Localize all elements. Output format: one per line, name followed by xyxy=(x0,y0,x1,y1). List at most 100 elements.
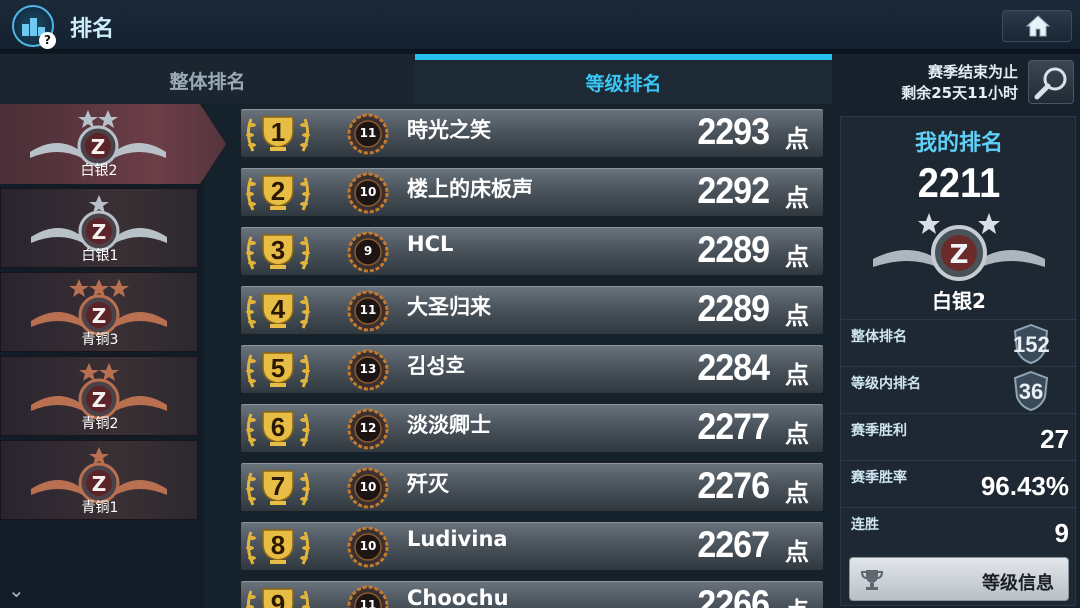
stat-row: 赛季胜利 27 xyxy=(841,413,1077,461)
points-unit: 点 xyxy=(785,184,809,212)
stat-row: 连胜 9 xyxy=(841,507,1077,555)
silver-tier-emblem-icon: Z xyxy=(873,213,1045,281)
player-score: 2293 xyxy=(697,111,770,153)
player-score: 2289 xyxy=(697,288,770,330)
top-bar: ? 排名 xyxy=(0,0,1080,50)
bronze-tier-emblem-icon: Z xyxy=(31,363,167,420)
stat-label: 整体排名 xyxy=(851,329,907,345)
bronze-tier-emblem-icon: Z xyxy=(31,447,167,504)
rank-number: 9 xyxy=(270,589,286,608)
tier-label: 白银1 xyxy=(81,248,119,264)
my-rank-card: 我的排名 2211 Z 白银2 整体排名 152 等级内排名 36 赛季胜利 2… xyxy=(840,116,1077,606)
ranking-row[interactable]: 2 10 楼上的床板声 2292 点 xyxy=(240,167,824,217)
player-level: 9 xyxy=(363,244,373,258)
svg-text:Z: Z xyxy=(950,240,969,270)
points-unit: 点 xyxy=(785,302,809,330)
tier-item-3[interactable]: Z 青铜2 xyxy=(0,356,198,436)
silver-tier-emblem-icon: Z xyxy=(31,195,167,252)
rank-number: 8 xyxy=(270,530,286,560)
ranking-podium-icon[interactable]: ? xyxy=(12,5,56,49)
player-level: 10 xyxy=(359,480,377,494)
stat-value: 36 xyxy=(1018,379,1044,404)
tier-item-4[interactable]: Z 青铜1 xyxy=(0,440,198,520)
rank-number: 1 xyxy=(270,117,286,147)
page-title: 排名 xyxy=(70,17,115,42)
points-unit: 点 xyxy=(785,125,809,153)
points-unit: 点 xyxy=(785,479,809,507)
tier-item-2[interactable]: Z 青铜3 xyxy=(0,272,198,352)
ranking-row[interactable]: 6 12 淡淡卿士 2277 点 xyxy=(240,403,824,453)
trophy-icon xyxy=(860,570,884,590)
svg-text:Z: Z xyxy=(92,388,107,412)
right-panel: 赛季结束为止 剩余25天11小时 我的排名 2211 Z 白银2 整体排名 15… xyxy=(832,54,1080,608)
stat-value: 9 xyxy=(1054,518,1069,548)
player-score: 2277 xyxy=(697,406,770,448)
tier-item-1[interactable]: Z 白银1 xyxy=(0,188,198,268)
ranking-row[interactable]: 4 11 大圣归来 2289 点 xyxy=(240,285,824,335)
player-level: 12 xyxy=(359,421,377,435)
ranking-row[interactable]: 7 10 歼灭 2276 点 xyxy=(240,462,824,512)
points-unit: 点 xyxy=(785,538,809,566)
points-unit: 点 xyxy=(785,420,809,448)
ranking-list[interactable]: 1 11 時光之笑 2293 点 2 10 楼上的床板声 2292 点 3 9 … xyxy=(204,104,832,608)
search-button[interactable] xyxy=(1028,60,1074,104)
player-level: 11 xyxy=(359,303,377,317)
chevron-down-icon[interactable]: ⌄ xyxy=(8,578,25,606)
stat-label: 赛季胜利 xyxy=(851,423,907,439)
tier-info-button[interactable]: 等级信息 xyxy=(849,557,1069,601)
player-level: 11 xyxy=(359,126,377,140)
player-level: 10 xyxy=(359,185,377,199)
player-level: 13 xyxy=(359,362,377,376)
player-level: 10 xyxy=(359,539,377,553)
ranking-row[interactable]: 9 11 Choochu 2266 点 xyxy=(240,580,824,608)
player-score: 2284 xyxy=(697,347,770,389)
svg-text:Z: Z xyxy=(92,220,107,244)
stat-label: 连胜 xyxy=(851,517,879,533)
tier-label: 青铜1 xyxy=(81,500,119,516)
home-button[interactable] xyxy=(1002,10,1072,42)
stat-row: 整体排名 152 xyxy=(841,319,1077,367)
ranking-row[interactable]: 1 11 時光之笑 2293 点 xyxy=(240,108,824,158)
points-unit: 点 xyxy=(785,243,809,271)
player-score: 2267 xyxy=(697,524,770,566)
tier-label: 青铜2 xyxy=(81,416,119,432)
player-score: 2292 xyxy=(697,170,770,212)
stat-value: 96.43% xyxy=(980,471,1069,501)
player-name: 김성호 xyxy=(407,354,465,378)
silver-tier-emblem-icon: Z xyxy=(30,110,166,167)
player-score: 2276 xyxy=(697,465,770,507)
ranking-row[interactable]: 8 10 Ludivina 2267 点 xyxy=(240,521,824,571)
season-remaining-time: 剩余25天11小时 xyxy=(901,84,1018,102)
tier-item-0[interactable]: Z 白银2 xyxy=(0,104,226,184)
rank-number: 6 xyxy=(270,412,286,442)
svg-text:Z: Z xyxy=(92,304,107,328)
ranking-row[interactable]: 5 13 김성호 2284 点 xyxy=(240,344,824,394)
bronze-tier-emblem-icon: Z xyxy=(31,279,167,336)
points-unit: 点 xyxy=(785,361,809,389)
season-end-label: 赛季结束为止 xyxy=(927,63,1018,81)
tier-label: 白银2 xyxy=(80,163,118,179)
rank-number: 2 xyxy=(270,176,286,206)
my-tier-label: 白银2 xyxy=(932,289,986,313)
tier-label: 青铜3 xyxy=(81,332,119,348)
rank-number: 5 xyxy=(270,353,286,383)
svg-text:Z: Z xyxy=(91,135,106,159)
tab-level-ranking[interactable]: 等级排名 xyxy=(415,54,832,104)
svg-text:Z: Z xyxy=(92,472,107,496)
season-remaining: 赛季结束为止 剩余25天11小时 xyxy=(832,62,1018,104)
stat-row: 赛季胜率 96.43% xyxy=(841,460,1077,508)
ranking-row[interactable]: 3 9 HCL 2289 点 xyxy=(240,226,824,276)
player-name: HCL xyxy=(407,232,454,256)
help-icon[interactable]: ? xyxy=(39,32,56,49)
points-unit: 点 xyxy=(785,591,809,608)
stat-label: 赛季胜率 xyxy=(851,470,907,486)
my-rank-title: 我的排名 xyxy=(914,131,1003,156)
stat-row: 等级内排名 36 xyxy=(841,366,1077,414)
home-icon xyxy=(1026,15,1050,37)
player-name: Ludivina xyxy=(407,527,508,551)
rank-number: 3 xyxy=(270,235,286,265)
stat-value: 27 xyxy=(1040,424,1069,454)
stat-label: 等级内排名 xyxy=(851,376,921,392)
player-score: 2266 xyxy=(697,583,770,608)
tab-overall-ranking[interactable]: 整体排名 xyxy=(0,54,415,104)
